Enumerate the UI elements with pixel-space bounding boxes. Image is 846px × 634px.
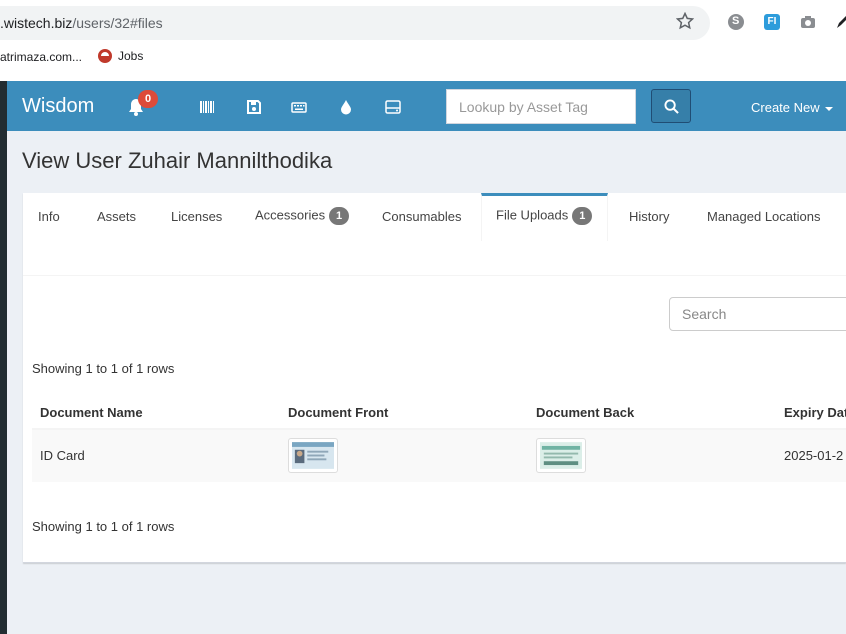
- tab-licenses[interactable]: Licenses: [171, 209, 222, 224]
- bookmark-jobs[interactable]: Jobs: [98, 48, 143, 63]
- document-back-thumbnail[interactable]: [536, 438, 586, 473]
- notification-badge: 0: [138, 90, 158, 108]
- page-title: View User Zuhair Mannilthodika: [22, 148, 333, 173]
- table-row: ID Card 2025-01-2: [32, 430, 846, 482]
- bookmark-item[interactable]: atrimaza.com...: [0, 50, 82, 64]
- tab-label: Info: [38, 209, 60, 224]
- barcode-icon[interactable]: [199, 99, 215, 115]
- fi-icon[interactable]: FI: [764, 14, 780, 30]
- table-header: Document Name Document Front Document Ba…: [32, 396, 846, 430]
- tab-accessories[interactable]: Accessories 1: [255, 207, 350, 225]
- hdd-icon[interactable]: [385, 99, 401, 115]
- column-header-expiry-date[interactable]: Expiry Dat: [784, 405, 846, 420]
- sidebar-edge: [0, 81, 7, 634]
- droplet-icon[interactable]: [338, 99, 354, 115]
- brand-logo[interactable]: Wisdom: [22, 95, 94, 118]
- id-card-back-image: [540, 442, 582, 469]
- search-icon: [664, 99, 679, 114]
- tab-managed-locations[interactable]: Managed Locations: [707, 209, 820, 224]
- tab-history[interactable]: History: [629, 209, 669, 224]
- tab-label: Accessories: [255, 207, 326, 223]
- tab-assets[interactable]: Assets: [97, 209, 136, 224]
- expiry-date-cell: 2025-01-2: [784, 448, 844, 463]
- pagination-info-bottom: Showing 1 to 1 of 1 rows: [32, 519, 175, 534]
- tab-bar: Info Assets Licenses Accessories 1 Consum…: [23, 193, 846, 241]
- asset-tag-search-input[interactable]: [446, 89, 636, 124]
- create-new-dropdown[interactable]: Create New: [751, 100, 833, 115]
- app-header: Wisdom 0 Create New: [7, 81, 846, 131]
- column-header-document-front[interactable]: Document Front: [288, 405, 388, 420]
- camera-icon[interactable]: [800, 14, 816, 30]
- jobs-favicon-icon: [98, 48, 112, 63]
- keyboard-icon[interactable]: [291, 99, 307, 115]
- tab-label: Consumables: [382, 209, 462, 224]
- tab-file-uploads[interactable]: File Uploads 1: [496, 207, 593, 225]
- caret-down-icon: [824, 106, 833, 111]
- document-front-thumbnail[interactable]: [288, 438, 338, 473]
- tab-label: Licenses: [171, 209, 223, 224]
- column-header-document-name[interactable]: Document Name: [40, 405, 143, 420]
- document-name-cell: ID Card: [40, 448, 85, 463]
- table-search-input[interactable]: [669, 297, 846, 331]
- tab-label: Managed Locations: [707, 209, 821, 224]
- tab-count-badge: 1: [329, 207, 350, 225]
- search-button[interactable]: [651, 89, 691, 123]
- tab-count-badge: 1: [572, 207, 593, 225]
- tab-label: File Uploads: [496, 207, 569, 223]
- tab-info[interactable]: Info: [38, 209, 60, 224]
- tab-consumables[interactable]: Consumables: [382, 209, 462, 224]
- tab-divider: [23, 275, 846, 276]
- create-new-label: Create New: [751, 100, 820, 115]
- pen-icon[interactable]: [834, 14, 846, 30]
- star-icon[interactable]: [676, 12, 694, 30]
- url-path: /users/32#files: [72, 15, 163, 31]
- tab-label: Assets: [97, 209, 137, 224]
- url-text[interactable]: .wistech.biz/users/32#files: [0, 15, 163, 31]
- browser-toolbar: .wistech.biz/users/32#files FI atrimaza.…: [0, 0, 846, 81]
- pagination-info: Showing 1 to 1 of 1 rows: [32, 361, 175, 376]
- user-tabs-card: Info Assets Licenses Accessories 1 Consum…: [23, 193, 846, 563]
- skype-icon[interactable]: [728, 14, 744, 30]
- save-icon[interactable]: [246, 99, 262, 115]
- tab-label: History: [629, 209, 670, 224]
- bookmark-label: Jobs: [118, 48, 144, 63]
- url-host: .wistech.biz: [0, 15, 73, 31]
- column-header-document-back[interactable]: Document Back: [536, 405, 634, 420]
- id-card-front-image: [292, 442, 334, 469]
